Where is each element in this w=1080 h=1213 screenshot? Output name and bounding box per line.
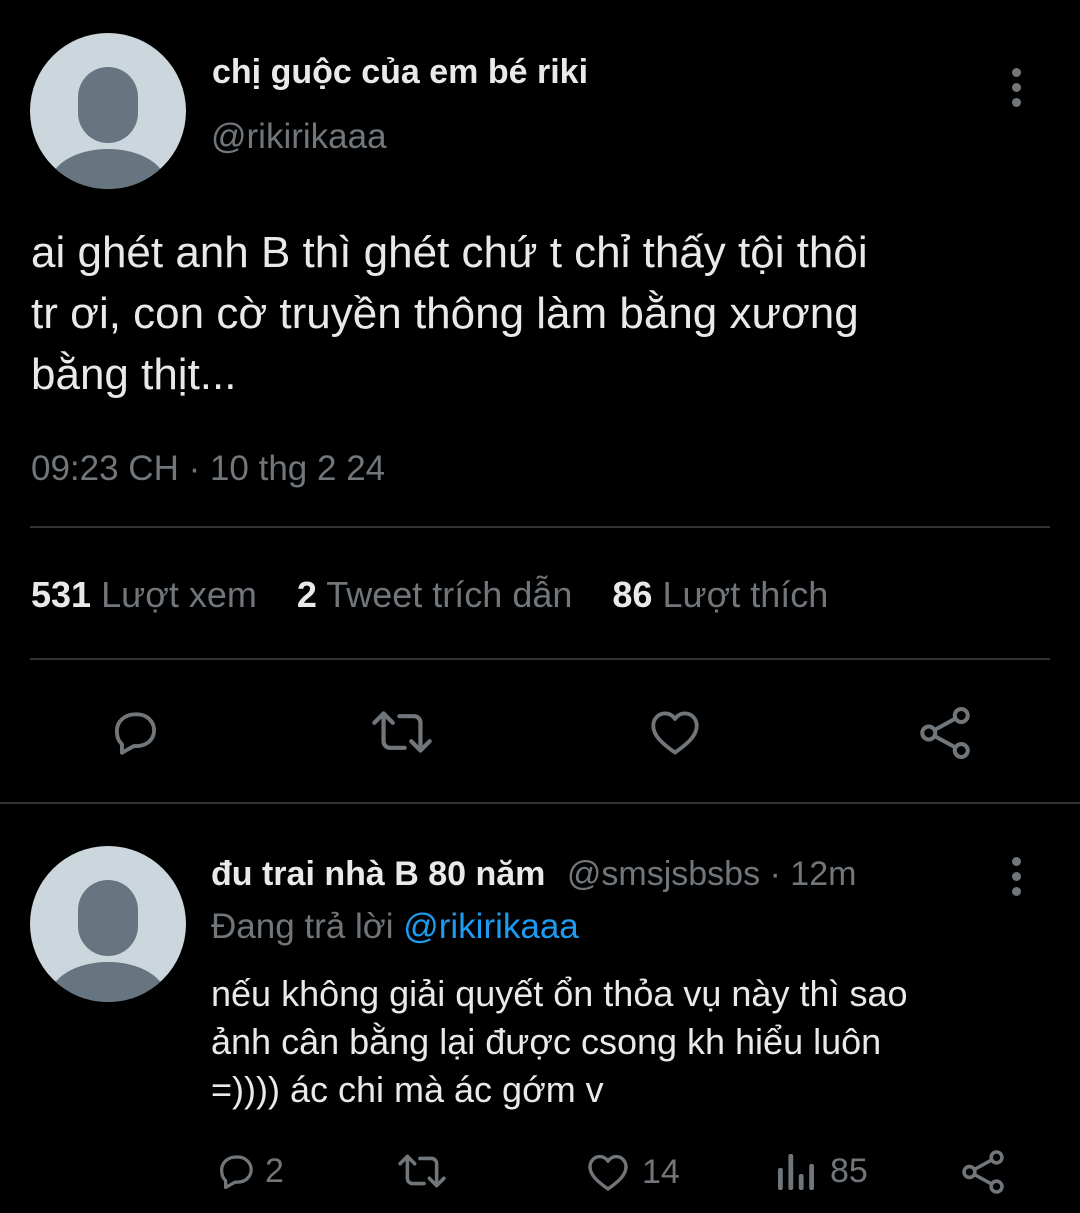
retweet-icon [372,711,432,753]
retweet-icon [398,1154,446,1188]
like-icon [651,711,699,755]
reply-more-options-icon[interactable] [1012,857,1022,902]
likes-stat[interactable]: 86 Lượt thích [612,574,828,615]
views-stat[interactable]: 531 Lượt xem [31,574,267,615]
likes-count: 86 [612,574,653,615]
quote-tweets-stat[interactable]: 2 Tweet trích dẫn [297,574,583,615]
reply-author-name[interactable]: đu trai nhà B 80 năm [211,855,545,893]
reply-text: nếu không giải quyết ổn thỏa vụ này thì … [211,970,1051,1114]
quote-tweets-count: 2 [296,574,317,615]
reply-like-count: 14 [642,1152,680,1191]
reply-button[interactable] [106,703,164,761]
author-avatar[interactable] [30,33,186,189]
reply-like-button[interactable]: 14 [584,1148,680,1196]
replying-to: Đang trả lời @rikirikaaa [211,906,579,948]
reply-reply-count: 2 [265,1151,284,1190]
author-name[interactable]: chị guộc của em bé riki [212,52,588,92]
replying-to-handle[interactable]: @rikirikaaa [403,907,579,946]
replying-to-prefix: Đang trả lời [211,907,394,946]
reply-icon [114,712,157,755]
reply-text-line: ảnh cân bằng lại được csong kh hiểu luôn [211,1021,882,1062]
reply-retweet-button[interactable] [396,1148,448,1194]
reply-share-button[interactable] [958,1147,1008,1197]
tweet-text-line: bằng thịt... [31,350,237,399]
reply-header: đu trai nhà B 80 năm @smsjsbsbs · 12m [211,853,856,895]
likes-label: Lượt thích [662,574,829,615]
views-label: Lượt xem [101,574,257,615]
tweet-text: ai ghét anh B thì ghét chứ t chỉ thấy tộ… [31,222,1071,405]
reply-icon [219,1155,253,1190]
reply-views-button[interactable]: 85 [776,1150,868,1192]
divider [30,658,1050,660]
reply-view-count: 85 [830,1151,868,1190]
tweet-stats: 531 Lượt xem 2 Tweet trích dẫn 86 Lượt t… [31,574,828,616]
reply-text-line: =)))) ác chi mà ác gớm v [211,1069,604,1110]
reply-author-avatar[interactable] [30,846,186,1002]
share-icon [962,1150,1004,1194]
share-icon [920,707,970,759]
share-button[interactable] [915,703,975,763]
views-icon [778,1154,814,1190]
views-count: 531 [31,574,92,615]
reply-text-line: nếu không giải quyết ổn thỏa vụ này thì … [211,973,908,1014]
quote-tweets-label: Tweet trích dẫn [326,574,573,615]
like-button[interactable] [646,703,704,761]
tweet-text-line: tr ơi, con cờ truyền thông làm bằng xươn… [31,289,859,338]
more-options-icon[interactable] [1012,68,1022,113]
tweet-text-line: ai ghét anh B thì ghét chứ t chỉ thấy tộ… [31,228,868,277]
author-handle[interactable]: @rikirikaaa [211,117,387,157]
retweet-button[interactable] [370,703,434,761]
like-icon [588,1154,628,1191]
section-divider [0,802,1080,804]
divider [30,526,1050,528]
tweet-timestamp[interactable]: 09:23 CH · 10 thg 2 24 [31,449,385,489]
reply-author-handle[interactable]: @smsjsbsbs [567,855,760,893]
reply-time[interactable]: · 12m [770,855,857,893]
reply-reply-button[interactable]: 2 [213,1148,284,1194]
